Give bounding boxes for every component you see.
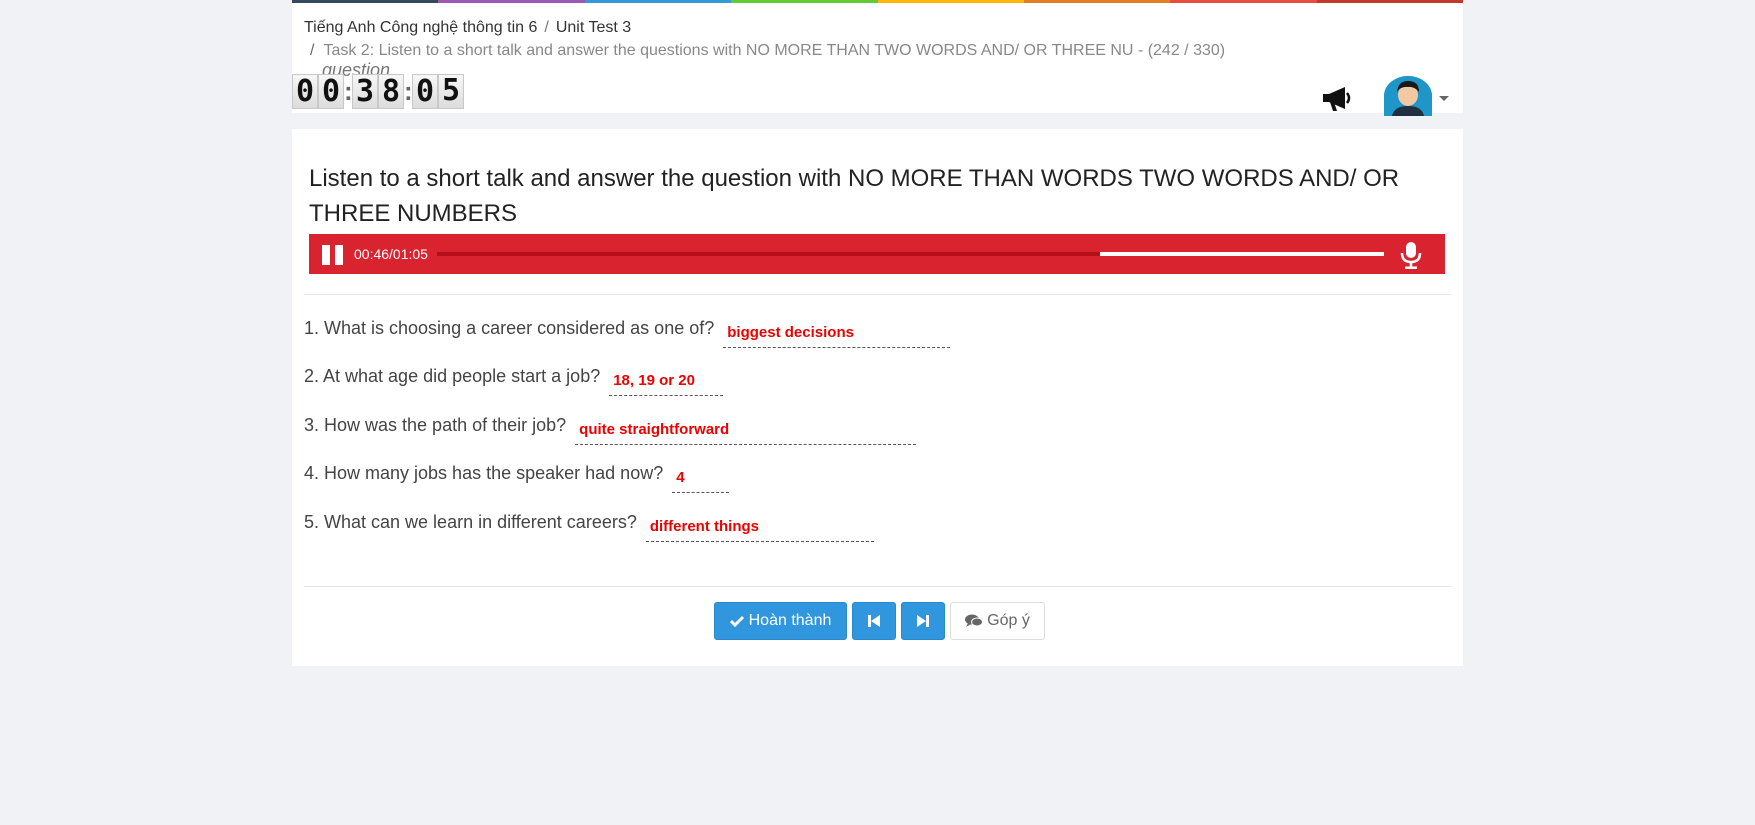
question-text: 1. What is choosing a career considered … [304,318,715,338]
audio-player: 00:46/01:05 [309,234,1445,274]
question-item: 1. What is choosing a career considered … [304,315,951,348]
step-forward-icon [916,614,930,628]
divider [304,586,1451,587]
avatar[interactable] [1384,76,1432,116]
question-item: 2. At what age did people start a job? 1… [304,363,724,396]
next-button[interactable] [901,602,945,640]
timer-digit: 3 [352,74,378,109]
timer-digit: 8 [378,74,404,109]
action-buttons: Hoàn thành Góp ý [714,602,1045,640]
question-item: 4. How many jobs has the speaker had now… [304,460,730,493]
previous-button[interactable] [852,602,896,640]
finish-label: Hoàn thành [748,612,832,629]
timer-colon: : [404,76,413,106]
audio-time: 00:46/01:05 [354,246,428,262]
megaphone-icon[interactable] [1319,83,1355,113]
pause-icon[interactable] [322,245,344,265]
breadcrumb-task: / Task 2: Listen to a short talk and answ… [310,42,1226,80]
question-item: 3. How was the path of their job? quite … [304,412,917,445]
answer-field[interactable]: biggest decisions [723,324,951,348]
question-text: 3. How was the path of their job? [304,415,567,435]
question-text: 4. How many jobs has the speaker had now… [304,463,664,483]
answer-field[interactable]: quite straightforward [575,421,917,445]
breadcrumb: Tiếng Anh Công nghệ thông tin 6 / Unit Tes… [304,19,631,37]
divider [304,294,1451,295]
timer-colon: : [344,76,353,106]
breadcrumb-separator: / [544,19,549,36]
page-header: Tiếng Anh Công nghệ thông tin 6 / Unit Tes… [292,3,1463,116]
breadcrumb-progress: (242 / 330) [1147,42,1226,59]
answer-field[interactable]: 4 [672,469,730,493]
question-title: Listen to a short talk and answer the qu… [309,165,1400,227]
answer-field[interactable]: different things [645,518,874,542]
timer-digit: 0 [412,74,438,109]
microphone-icon[interactable] [1399,241,1423,269]
feedback-button[interactable]: Góp ý [950,602,1045,640]
countdown-timer: 0 0 : 3 8 : 0 5 [292,73,464,109]
comments-icon [965,614,984,628]
finish-button[interactable]: Hoàn thành [714,602,847,640]
caret-down-icon[interactable] [1439,96,1449,101]
breadcrumb-separator: / [310,42,315,59]
breadcrumb-course[interactable]: Tiếng Anh Công nghệ thông tin 6 [304,19,537,36]
audio-progress-fill [437,252,1100,256]
question-text: 5. What can we learn in different career… [304,512,637,532]
breadcrumb-unit[interactable]: Unit Test 3 [556,19,631,36]
check-icon [729,615,744,627]
question-item: 5. What can we learn in different career… [304,509,874,542]
answer-field[interactable]: 18, 19 or 20 [609,372,724,396]
timer-digit: 0 [318,74,344,109]
breadcrumb-task-title: Task 2: Listen to a short talk and answe… [323,42,1148,59]
timer-digit: 5 [438,73,464,109]
timer-digit: 0 [292,74,318,109]
audio-seek-bar[interactable] [437,252,1384,256]
question-text: 2. At what age did people start a job? [304,366,601,386]
step-backward-icon [867,614,881,628]
question-card: Listen to a short talk and answer the qu… [292,129,1463,666]
feedback-label: Góp ý [987,612,1030,629]
